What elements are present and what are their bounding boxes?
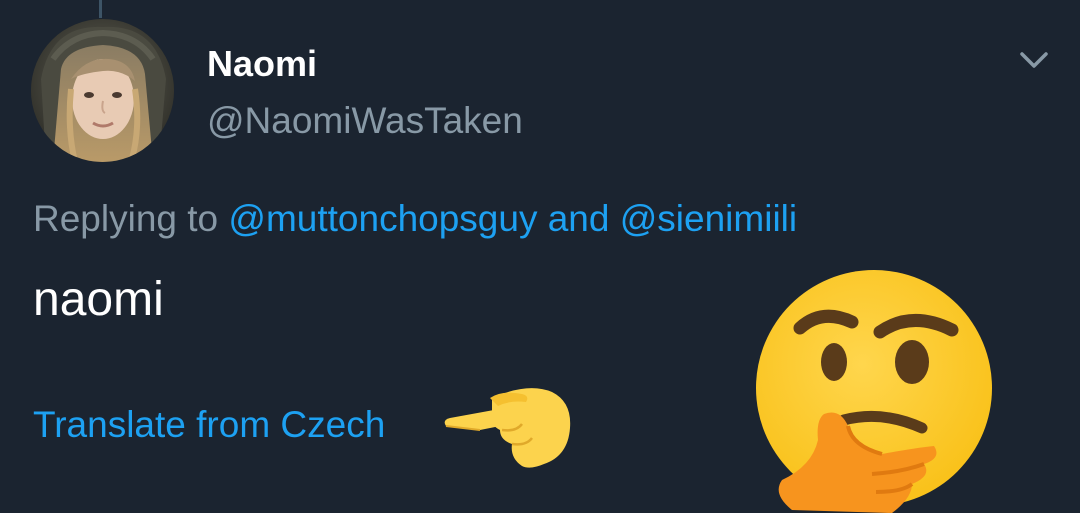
thread-connector-line <box>99 0 102 18</box>
mention-link[interactable]: @muttonchopsguy <box>228 198 537 239</box>
mention-link[interactable]: @sienimiili <box>620 198 797 239</box>
reply-context-conjunction: and <box>547 198 610 239</box>
avatar[interactable] <box>31 19 174 162</box>
avatar-photo <box>31 19 174 162</box>
thinking-face-emoji-icon <box>756 270 992 513</box>
reply-context-prefix: Replying to <box>33 198 219 239</box>
author-handle[interactable]: @NaomiWasTaken <box>207 99 523 143</box>
author-display-name[interactable]: Naomi <box>207 42 317 86</box>
translate-link[interactable]: Translate from Czech <box>33 402 385 448</box>
reply-context: Replying to @muttonchopsguy and @sienimi… <box>33 196 797 242</box>
chevron-down-icon[interactable] <box>1014 44 1054 76</box>
pointing-right-emoji-icon <box>444 388 571 468</box>
tweet-text: naomi <box>33 273 164 326</box>
